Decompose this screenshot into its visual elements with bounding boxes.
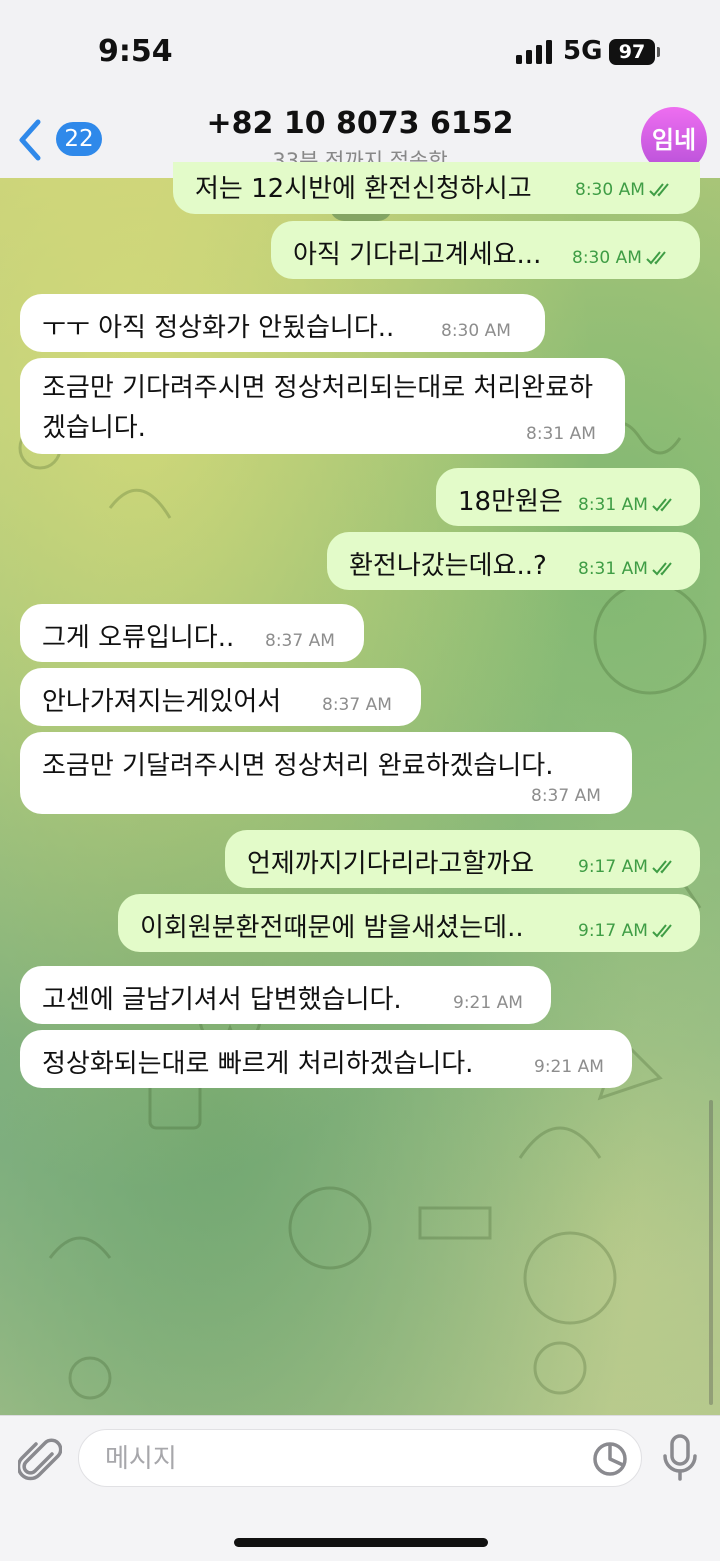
message-bubble-incoming[interactable]: 조금만 기달려주시면 정상처리 완료하겠습니다. 8:37 AM (20, 732, 632, 814)
time-label: 9:17 AM (578, 857, 648, 877)
message-text: 환전나갔는데요..? (349, 551, 547, 581)
message-text: 안나가져지는게있어서 (42, 687, 282, 717)
message-text: 이회원분환전때문에 밤을새셨는데.. (140, 913, 524, 943)
message-bubble-incoming[interactable]: ㅜㅜ 아직 정상화가 안됬습니다.. 8:30 AM (20, 294, 545, 352)
chat-header: 9:54 5G 97 22 +82 10 8073 6152 33분 전까지 접… (0, 0, 720, 179)
message-field[interactable] (78, 1429, 642, 1488)
time-label: 8:30 AM (572, 248, 642, 268)
message-text: 정상화되는대로 빠르게 처리하겠습니다. (42, 1049, 474, 1079)
double-check-icon (649, 183, 669, 197)
double-check-icon (652, 924, 672, 938)
time-label: 8:30 AM (575, 180, 645, 200)
message-input[interactable] (103, 1430, 577, 1488)
double-check-icon (652, 562, 672, 576)
composer-bar (0, 1415, 720, 1561)
time-label: 9:17 AM (578, 921, 648, 941)
message-text: ㅜㅜ 아직 정상화가 안됬습니다.. (42, 313, 395, 343)
message-time: 8:31 AM (578, 559, 676, 579)
message-time: 8:31 AM (578, 495, 676, 515)
message-time: 8:30 AM (572, 248, 670, 268)
message-time: 8:30 AM (575, 180, 673, 200)
message-text: 18만원은 (458, 487, 563, 517)
message-time: 8:37 AM (265, 631, 335, 651)
message-time: 9:21 AM (534, 1057, 604, 1077)
message-text: 언제까지기다리라고할까요 (247, 849, 535, 879)
double-check-icon (652, 498, 672, 512)
message-time: 9:21 AM (453, 993, 523, 1013)
microphone-icon[interactable] (662, 1434, 698, 1482)
message-bubble-incoming[interactable]: 정상화되는대로 빠르게 처리하겠습니다. 9:21 AM (20, 1030, 632, 1088)
time-label: 8:31 AM (578, 495, 648, 515)
message-text: 저는 12시반에 환전신청하시고 (195, 174, 532, 204)
double-check-icon (646, 251, 666, 265)
battery-icon: 97 (609, 39, 655, 65)
message-time: 8:31 AM (526, 424, 596, 444)
sticker-icon[interactable] (591, 1440, 629, 1478)
message-bubble-incoming[interactable]: 안나가져지는게있어서 8:37 AM (20, 668, 421, 726)
message-bubble-incoming[interactable]: 그게 오류입니다.. 8:37 AM (20, 604, 364, 662)
message-text: 아직 기다리고계세요... (293, 240, 542, 270)
message-bubble-outgoing[interactable]: 환전나갔는데요..? 8:31 AM (327, 532, 700, 590)
double-check-icon (652, 860, 672, 874)
home-indicator[interactable] (234, 1538, 488, 1547)
message-bubble-incoming[interactable]: 조금만 기다려주시면 정상처리되는대로 처리완료하겠습니다. 8:31 AM (20, 358, 625, 454)
message-bubble-incoming[interactable]: 고센에 글남기셔서 답변했습니다. 9:21 AM (20, 966, 551, 1024)
message-bubble-outgoing[interactable]: 이회원분환전때문에 밤을새셨는데.. 9:17 AM (118, 894, 700, 952)
battery-tip (657, 47, 660, 57)
message-text: 조금만 기다려주시면 정상처리되는대로 처리완료하겠습니다. (42, 373, 594, 443)
contact-title[interactable]: +82 10 8073 6152 (0, 106, 720, 141)
message-text: 조금만 기달려주시면 정상처리 완료하겠습니다. (42, 751, 554, 781)
message-bubble-outgoing[interactable]: 18만원은 8:31 AM (436, 468, 700, 526)
message-time: 9:17 AM (578, 857, 676, 877)
message-bubble-outgoing[interactable]: 아직 기다리고계세요... 8:30 AM (271, 221, 700, 279)
time-label: 8:31 AM (578, 559, 648, 579)
message-time: 8:30 AM (441, 321, 511, 341)
message-bubble-outgoing[interactable]: 저는 12시반에 환전신청하시고 8:30 AM (173, 162, 700, 214)
status-time: 9:54 (98, 34, 173, 69)
message-text: 그게 오류입니다.. (42, 623, 235, 653)
chat-scrollbar[interactable] (709, 1100, 713, 1405)
network-type: 5G (563, 36, 603, 66)
message-time: 9:17 AM (578, 921, 676, 941)
message-text: 고센에 글남기셔서 답변했습니다. (42, 985, 402, 1015)
message-bubble-outgoing[interactable]: 언제까지기다리라고할까요 9:17 AM (225, 830, 700, 888)
message-time: 8:37 AM (322, 695, 392, 715)
paperclip-icon[interactable] (18, 1436, 62, 1486)
message-time: 8:37 AM (531, 786, 601, 806)
signal-icon (516, 40, 552, 64)
